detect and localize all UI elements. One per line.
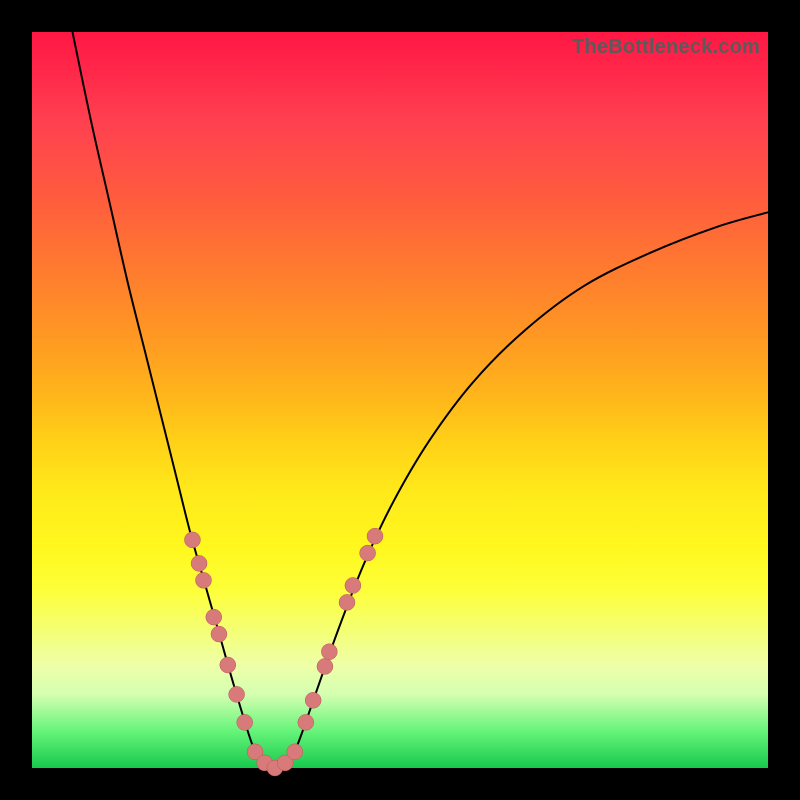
bead-marker — [339, 594, 355, 610]
bead-marker — [367, 528, 383, 544]
bead-marker — [237, 714, 253, 730]
bottleneck-curve — [72, 32, 768, 768]
bead-marker — [211, 626, 227, 642]
bead-marker — [298, 714, 314, 730]
bead-marker — [287, 744, 303, 760]
bead-marker — [360, 545, 376, 561]
bead-marker — [317, 658, 333, 674]
plot-area: TheBottleneck.com — [32, 32, 768, 768]
bead-marker — [191, 555, 207, 571]
chart-frame: TheBottleneck.com — [0, 0, 800, 800]
bead-marker — [220, 657, 236, 673]
bead-marker — [305, 692, 321, 708]
curve-layer — [32, 32, 768, 768]
bead-marker — [184, 532, 200, 548]
bead-marker — [345, 577, 361, 593]
bead-marker — [229, 686, 245, 702]
bead-marker — [321, 644, 337, 660]
bead-group — [184, 528, 383, 776]
bead-marker — [195, 572, 211, 588]
bead-marker — [206, 609, 222, 625]
